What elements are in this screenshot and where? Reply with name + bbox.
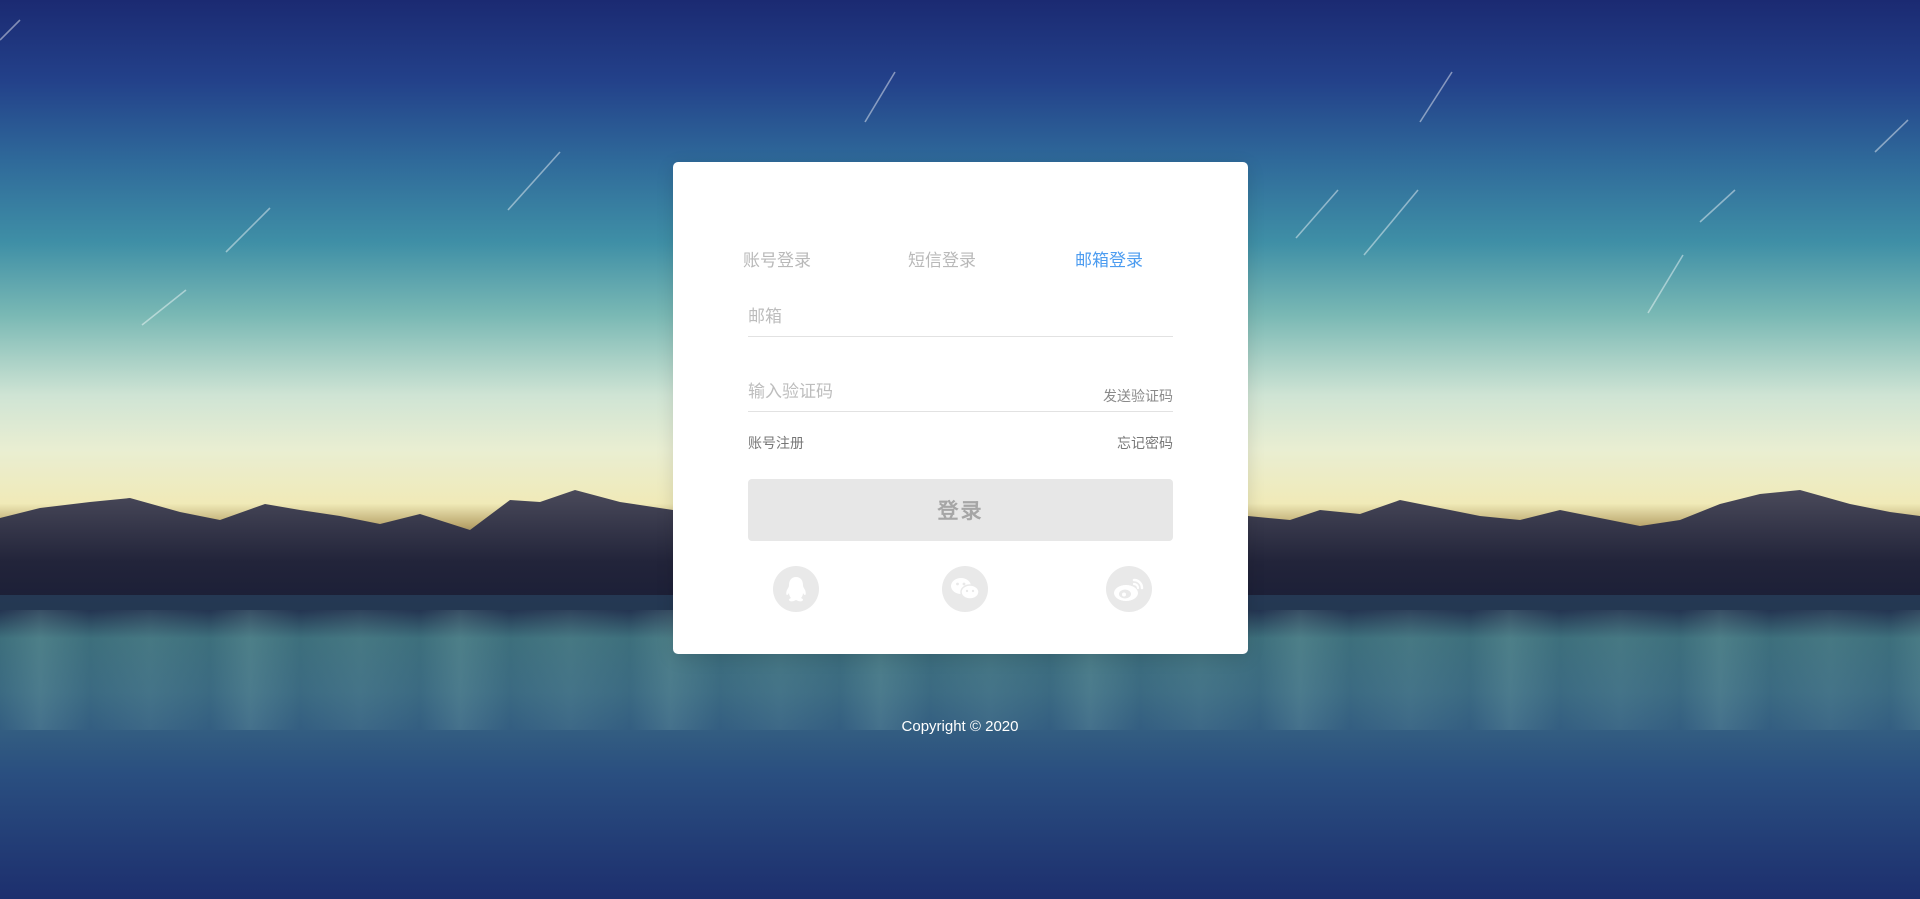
copyright-text: Copyright © 2020: [901, 718, 1019, 735]
code-field-wrapper: 发送验证码: [748, 377, 1173, 412]
weibo-icon: [1114, 578, 1144, 601]
login-card: 账号登录 短信登录 邮箱登录 发送验证码 账号注册 忘记密码 登录: [673, 162, 1248, 654]
wechat-icon: [951, 578, 980, 600]
wechat-login-button[interactable]: [942, 566, 988, 612]
tab-sms-login[interactable]: 短信登录: [908, 246, 976, 271]
login-button[interactable]: 登录: [748, 479, 1173, 541]
verification-code-input[interactable]: [748, 377, 1048, 407]
auth-links: 账号注册 忘记密码: [748, 433, 1173, 453]
forgot-password-link[interactable]: 忘记密码: [1117, 433, 1173, 453]
email-field-wrapper: [748, 302, 1173, 337]
login-tabs: 账号登录 短信登录 邮箱登录: [743, 246, 1180, 276]
register-link[interactable]: 账号注册: [748, 436, 804, 452]
qq-login-button[interactable]: [773, 566, 819, 612]
weibo-login-button[interactable]: [1106, 566, 1152, 612]
email-input[interactable]: [748, 302, 1048, 332]
tab-email-login[interactable]: 邮箱登录: [1075, 246, 1143, 271]
qq-icon: [786, 577, 806, 602]
tab-account-login[interactable]: 账号登录: [743, 246, 811, 271]
send-code-button[interactable]: 发送验证码: [1103, 386, 1173, 406]
